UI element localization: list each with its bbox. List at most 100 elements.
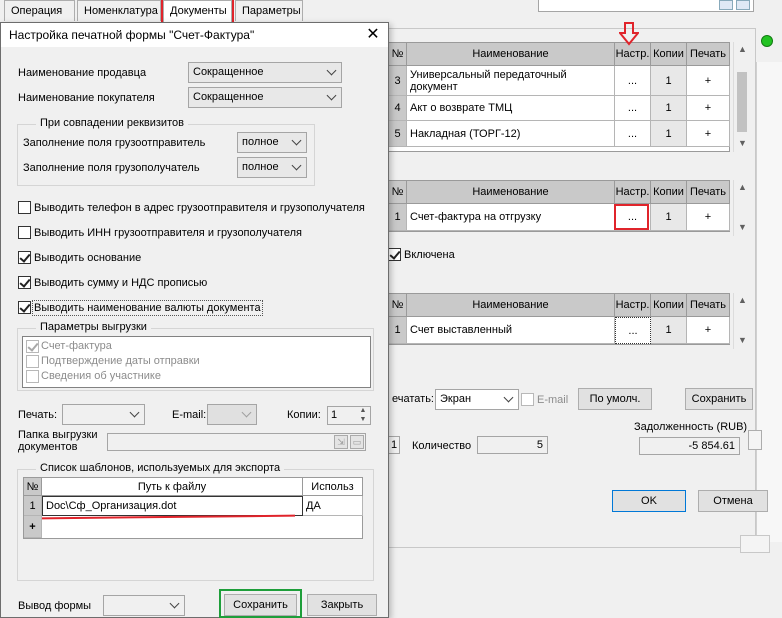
consignee-select[interactable]: полное [237,157,307,178]
templates-group-title: Список шаблонов, используемых для экспор… [36,462,285,474]
tab-documents[interactable]: Документы [161,0,234,24]
print-to-select[interactable]: Экран [435,389,519,410]
debt-value: -5 854.61 [639,437,740,455]
basis-checkbox[interactable] [18,251,31,264]
tab-nomenclature[interactable]: Номенклатура [77,0,161,21]
row-number: 4 [389,96,407,121]
settings-button[interactable]: ... [615,121,651,147]
close-icon[interactable]: ✕ [364,26,382,44]
stepper-down-icon[interactable]: ▼ [356,416,370,424]
stepper-up-icon[interactable]: ▲ [356,407,370,415]
basis-checkbox-label[interactable]: Выводить основание [34,252,141,264]
scroll-up-icon[interactable]: ▲ [734,182,751,192]
col-header-settings: Настр. [615,294,651,317]
scroll-down-icon[interactable]: ▼ [734,138,751,148]
chevron-down-icon[interactable] [126,405,142,424]
ok-button[interactable]: OK [612,490,686,512]
output-form-select[interactable] [103,595,185,616]
chevron-down-icon[interactable] [238,405,254,424]
tab-parameters[interactable]: Параметры [235,0,303,21]
row-number: 5 [389,121,407,147]
print-cell[interactable]: + [687,96,730,121]
chevron-down-icon[interactable] [323,63,339,82]
inn-checkbox[interactable] [18,226,31,239]
chevron-down-icon[interactable] [288,158,304,177]
defaults-button[interactable]: По умолч. [578,388,652,410]
print-cell[interactable]: + [687,121,730,147]
phone-checkbox-label[interactable]: Выводить телефон в адрес грузоотправител… [34,202,365,214]
template-path-cell[interactable]: Doc\Сф_Организация.dot [42,496,303,516]
export-invoice-checkbox[interactable] [26,340,39,353]
chevron-down-icon[interactable] [323,88,339,107]
sum-vat-words-checkbox[interactable] [18,276,31,289]
table-3-scrollbar[interactable]: ▲ ▼ [733,293,750,349]
seller-select[interactable]: Сокращенное [188,62,342,83]
folder-input[interactable] [107,433,366,451]
folder-clear-icon[interactable]: ⇲ [334,435,348,449]
save-settings-button[interactable]: Сохранить [685,388,753,410]
scroll-thumb[interactable] [737,72,747,132]
cancel-button[interactable]: Отмена [698,490,768,512]
settings-button[interactable]: ... [615,66,651,96]
print-cell[interactable]: + [687,66,730,96]
table-1-scrollbar[interactable]: ▲ ▼ [733,42,750,152]
phone-checkbox[interactable] [18,201,31,214]
copies-cell[interactable]: 1 [651,66,687,96]
folder-label-line1: Папка выгрузки [18,429,98,441]
scroll-down-icon[interactable]: ▼ [734,335,751,345]
settings-button[interactable]: ... [615,317,651,344]
print-cell[interactable]: + [687,204,730,231]
tab-operation[interactable]: Операция [4,0,75,21]
scroll-up-icon[interactable]: ▲ [734,295,751,305]
scroll-down-icon[interactable]: ▼ [734,222,751,232]
row-number: 1 [389,204,407,231]
match-details-group-title: При совпадении реквизитов [36,117,188,129]
row-name[interactable]: Счет выставленный [407,317,615,344]
email-checkbox[interactable] [521,393,534,406]
export-params-group-title: Параметры выгрузки [36,321,151,333]
settings-button[interactable]: ... [615,96,651,121]
col-header-settings: Настр. [615,43,651,66]
export-date-confirm-checkbox[interactable] [26,355,39,368]
col-header-copies: Копии [651,43,687,66]
copies-cell[interactable]: 1 [651,204,687,231]
currency-name-checkbox-label[interactable]: Выводить наименование валюты документа [32,300,263,316]
email-select[interactable] [207,404,257,425]
debt-edge-box [748,430,762,450]
chevron-down-icon[interactable] [166,596,182,615]
row-name[interactable]: Акт о возврате ТМЦ [407,96,615,121]
buyer-value: Сокращенное [193,91,264,103]
sum-vat-words-checkbox-label[interactable]: Выводить сумму и НДС прописью [34,277,207,289]
export-participant-checkbox[interactable] [26,370,39,383]
consignor-select[interactable]: полное [237,132,307,153]
copies-cell[interactable]: 1 [651,121,687,147]
add-row-button[interactable]: + [24,516,42,538]
down-arrow-icon[interactable] [736,0,750,10]
scroll-up-icon[interactable]: ▲ [734,44,751,54]
print-select[interactable] [62,404,145,425]
table-2-scrollbar[interactable]: ▲ ▼ [733,180,750,236]
copies-cell[interactable]: 1 [651,317,687,344]
print-cell[interactable]: + [687,317,730,344]
status-indicator-icon [761,35,773,47]
dialog-close-button[interactable]: Закрыть [307,594,377,616]
row-name[interactable]: Счет-фактура на отгрузку [407,204,615,231]
col-header-number: № [389,43,407,66]
col-header-name: Наименование [407,181,615,204]
email-label: E-mail [537,394,569,406]
currency-name-checkbox[interactable] [18,301,31,314]
template-use-cell[interactable]: ДА [303,496,363,516]
chevron-down-icon[interactable] [500,390,516,409]
enabled-checkbox[interactable] [388,248,401,261]
copies-value: 1 [331,409,338,421]
chevron-down-icon[interactable] [288,133,304,152]
search-icon[interactable] [719,0,733,10]
copies-cell[interactable]: 1 [651,96,687,121]
inn-checkbox-label[interactable]: Выводить ИНН грузоотправителя и грузопол… [34,227,302,239]
col-header-number: № [389,294,407,317]
row-name[interactable]: Накладная (ТОРГ-12) [407,121,615,147]
row-name[interactable]: Универсальный передаточный документ [407,66,615,96]
buyer-select[interactable]: Сокращенное [188,87,342,108]
quantity-label: Количество [412,440,472,452]
folder-open-icon[interactable]: ▭ [350,435,364,449]
